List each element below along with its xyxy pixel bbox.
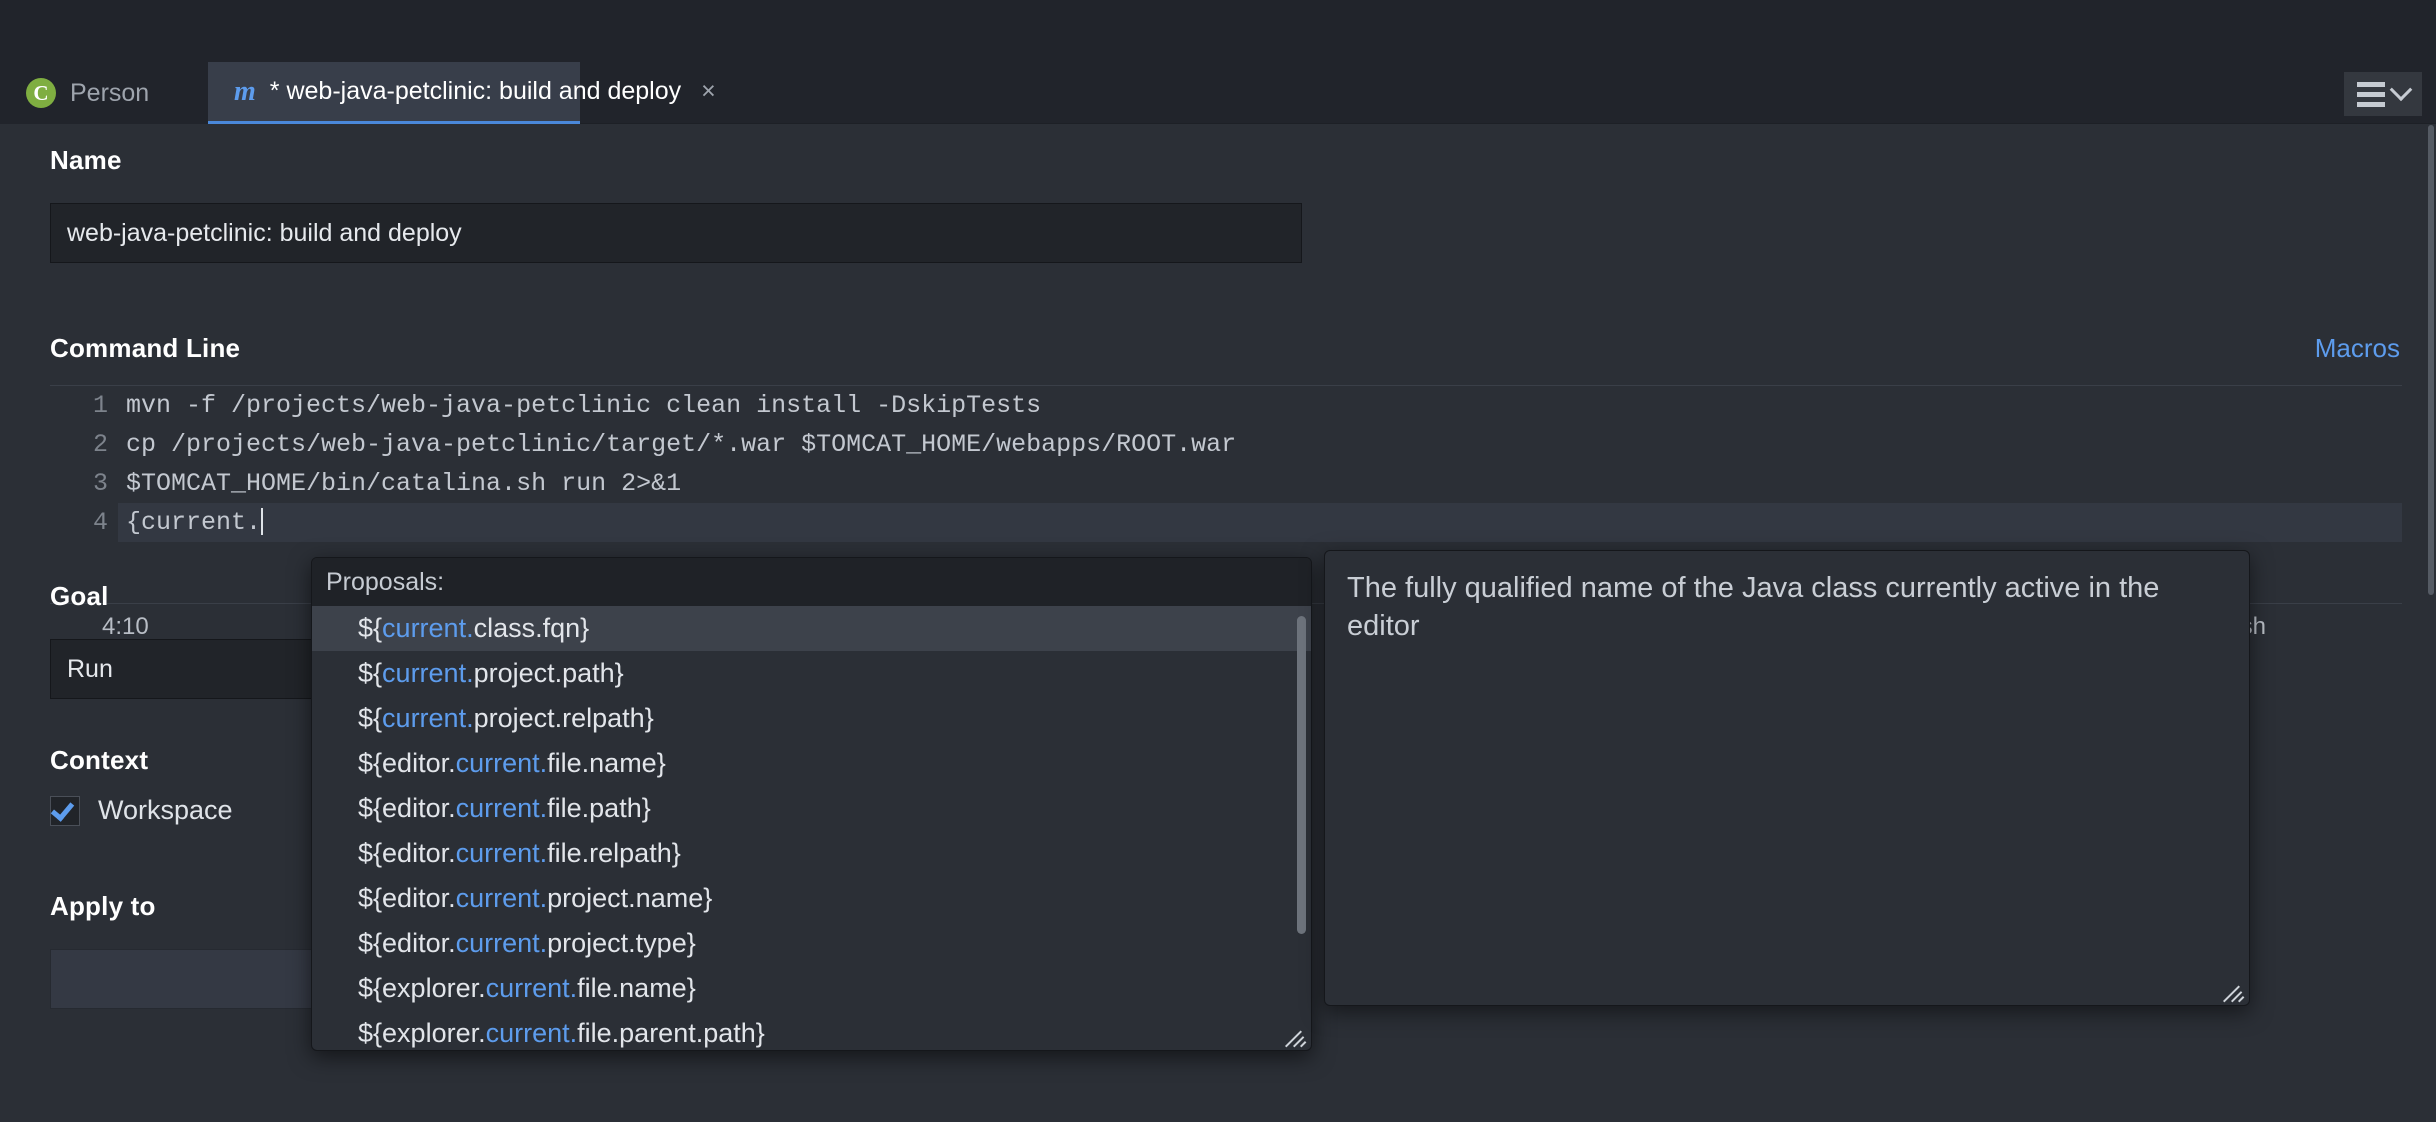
proposal-suffix: project.path}	[473, 658, 624, 688]
line-number: 2	[92, 430, 108, 459]
editor-menu-button[interactable]	[2344, 72, 2422, 116]
proposal-item[interactable]: ${explorer.current.file.parent.path}	[312, 1011, 1311, 1050]
editor-gutter: 1 2 3 4	[50, 386, 118, 604]
proposal-match: current.	[455, 928, 548, 958]
proposal-suffix: class.fqn}	[473, 613, 590, 643]
proposal-suffix: project.name}	[547, 883, 713, 913]
proposal-item[interactable]: ${editor.current.project.name}	[312, 876, 1311, 921]
proposal-suffix: project.relpath}	[473, 703, 654, 733]
close-icon[interactable]: ×	[701, 77, 716, 106]
proposal-match: current.	[455, 883, 548, 913]
code-line: mvn -f /projects/web-java-petclinic clea…	[126, 391, 1042, 420]
name-input[interactable]: web-java-petclinic: build and deploy	[50, 203, 1302, 263]
proposal-prefix: ${editor.	[358, 883, 456, 913]
proposal-match: current.	[485, 1018, 578, 1048]
line-number: 1	[92, 391, 108, 420]
code-line-text: {current.	[126, 508, 262, 537]
proposals-popup[interactable]: Proposals: ${current.class.fqn} ${curren…	[311, 557, 1312, 1051]
proposals-header: Proposals:	[312, 558, 1311, 606]
proposal-prefix: ${	[358, 613, 383, 643]
context-label: Context	[50, 745, 149, 775]
proposal-prefix: ${editor.	[358, 793, 456, 823]
proposal-match: current.	[382, 658, 474, 688]
java-class-icon: C	[26, 78, 56, 108]
proposal-item[interactable]: ${current.project.path}	[312, 651, 1311, 696]
documentation-text: The fully qualified name of the Java cla…	[1347, 572, 2160, 643]
proposals-list[interactable]: ${current.class.fqn} ${current.project.p…	[312, 606, 1311, 1050]
name-label: Name	[50, 145, 122, 175]
proposal-item[interactable]: ${editor.current.file.name}	[312, 741, 1311, 786]
proposal-prefix: ${editor.	[358, 838, 456, 868]
proposal-item[interactable]: ${current.project.relpath}	[312, 696, 1311, 741]
proposal-suffix: file.name}	[547, 748, 666, 778]
editor-tab-bar: C Person m * web-java-petclinic: build a…	[0, 62, 2436, 124]
line-number: 4	[92, 508, 108, 537]
proposal-suffix: file.name}	[577, 973, 696, 1003]
macros-link[interactable]: Macros	[2315, 333, 2400, 364]
proposal-item[interactable]: ${editor.current.file.relpath}	[312, 831, 1311, 876]
workspace-checkbox-row[interactable]: Workspace	[50, 795, 233, 826]
code-line-active: {current.	[118, 503, 2402, 542]
proposal-suffix: file.path}	[547, 793, 651, 823]
maven-m-icon: m	[234, 75, 256, 107]
goal-label: Goal	[50, 581, 109, 611]
resize-grip-icon[interactable]	[2223, 979, 2245, 1003]
tab-active-label: * web-java-petclinic: build and deploy	[269, 77, 682, 105]
proposal-match: current.	[455, 793, 548, 823]
proposal-prefix: ${	[358, 658, 383, 688]
hamburger-menu-icon	[2357, 81, 2385, 107]
proposal-suffix: project.type}	[547, 928, 696, 958]
scrollbar-thumb[interactable]	[2428, 125, 2434, 595]
tab-web-java-petclinic-build-and-deploy[interactable]: m * web-java-petclinic: build and deploy…	[208, 62, 716, 124]
proposal-suffix: file.parent.path}	[577, 1018, 765, 1048]
tab-person[interactable]: C Person	[0, 62, 208, 124]
apply-to-label: Apply to	[50, 891, 156, 921]
command-line-label: Command Line	[50, 333, 241, 363]
code-line: $TOMCAT_HOME/bin/catalina.sh run 2>&1	[126, 469, 682, 498]
proposal-match: current.	[382, 703, 474, 733]
proposal-match: current.	[485, 973, 578, 1003]
proposal-prefix: ${explorer.	[358, 1018, 486, 1048]
workspace-checkbox[interactable]	[50, 795, 80, 826]
proposal-item[interactable]: ${editor.current.file.path}	[312, 786, 1311, 831]
proposal-prefix: ${explorer.	[358, 973, 486, 1003]
proposal-item[interactable]: ${editor.current.project.type}	[312, 921, 1311, 966]
proposal-match: current.	[455, 838, 548, 868]
proposal-match: current.	[455, 748, 548, 778]
tab-person-label: Person	[70, 78, 150, 107]
code-line: cp /projects/web-java-petclinic/target/*…	[126, 430, 1237, 459]
proposals-scrollbar[interactable]	[1297, 610, 1306, 1040]
workspace-checkbox-label: Workspace	[98, 795, 233, 825]
line-number: 3	[92, 469, 108, 498]
proposal-suffix: file.relpath}	[547, 838, 681, 868]
scrollbar-thumb[interactable]	[1297, 616, 1306, 934]
window-top-strip	[0, 0, 2436, 62]
chevron-down-icon	[2389, 78, 2413, 102]
text-caret	[261, 508, 264, 535]
proposal-prefix: ${	[358, 703, 383, 733]
proposal-prefix: ${editor.	[358, 748, 456, 778]
page-scrollbar[interactable]	[2426, 125, 2436, 1122]
proposal-documentation-panel: The fully qualified name of the Java cla…	[1324, 550, 2250, 1006]
proposal-match: current.	[382, 613, 474, 643]
proposal-item[interactable]: ${current.class.fqn}	[312, 606, 1311, 651]
check-icon	[50, 796, 75, 822]
cursor-position: 4:10	[102, 612, 149, 640]
proposal-item[interactable]: ${explorer.current.file.name}	[312, 966, 1311, 1011]
proposal-prefix: ${editor.	[358, 928, 456, 958]
app-window: C Person m * web-java-petclinic: build a…	[0, 0, 2436, 1122]
